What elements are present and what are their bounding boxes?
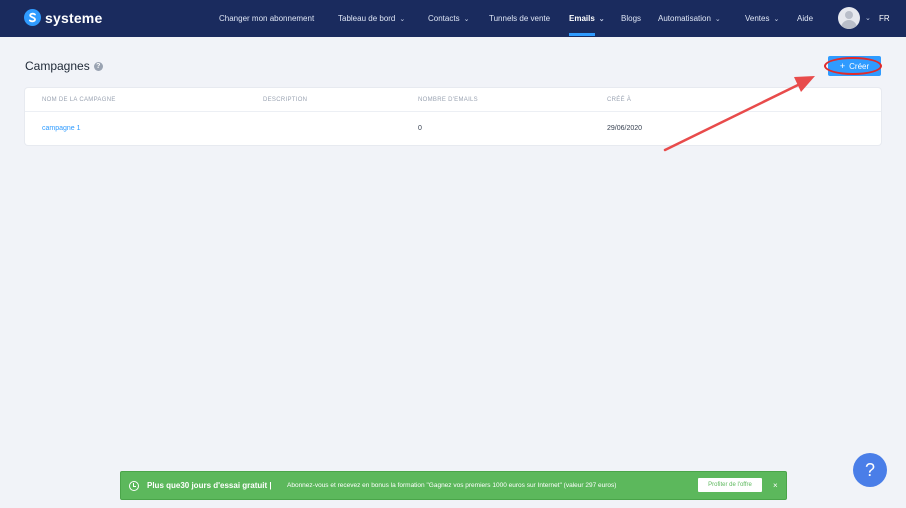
annotation-arrow-line — [663, 82, 802, 152]
annotation-arrow-head — [794, 76, 815, 92]
help-chat-button[interactable]: ? — [853, 453, 887, 487]
clock-icon — [129, 481, 139, 491]
promo-offer-button[interactable]: Profiter de l'offre — [698, 478, 762, 492]
promo-headline: Plus que30 jours d'essai gratuit | — [147, 481, 272, 490]
promo-text: Abonnez-vous et recevez en bonus la form… — [287, 482, 617, 489]
trial-promo-banner: Plus que30 jours d'essai gratuit | Abonn… — [120, 471, 787, 500]
close-icon[interactable]: × — [773, 472, 778, 499]
annotation-arrow — [663, 76, 815, 152]
